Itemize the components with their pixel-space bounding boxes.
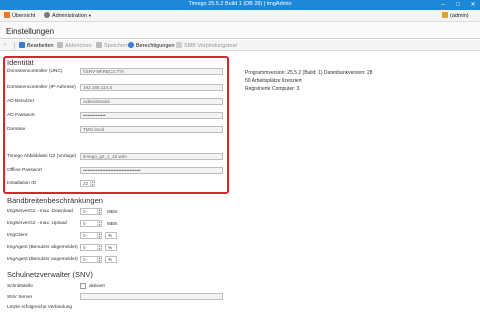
identity-section-title: Identität [7, 58, 34, 67]
field-label-dc-ip: Domänencontroller (IP-Adresse) [7, 85, 76, 90]
window-title: Timego 25.5.2 Build 1 (DB 28) | tmgAdmin [188, 1, 292, 7]
back-icon[interactable]: ‹ [4, 42, 6, 49]
bandwidth-label-client: tmgClient [7, 233, 28, 238]
license-count-text: 50 Arbeitsplätze lizenziert [245, 78, 302, 84]
maximize-button[interactable]: □ [451, 0, 465, 10]
bandwidth-agent-logged-out-value: 0 [83, 245, 86, 250]
smb-test-button-label: SMB Verbindungstest [184, 43, 237, 49]
installation-id-stepper[interactable]: 22 ▲ ▼ [80, 180, 95, 187]
network-test-icon [176, 42, 182, 48]
stepper-arrows-icon[interactable]: ▲ ▼ [97, 221, 101, 226]
toolbar-separator [14, 42, 15, 49]
minimize-button[interactable]: – [436, 0, 450, 10]
close-button[interactable]: ✕ [466, 0, 480, 10]
overview-icon [4, 12, 10, 18]
bandwidth-label-agent-logged-in: tmgAgent (Benutzer angemeldet) [7, 257, 78, 262]
menu-user-label: (admin) [450, 13, 469, 19]
installation-id-value: 22 [83, 181, 89, 186]
bandwidth-upload-value: 0 [83, 221, 86, 226]
bandwidth-label-upload: tmgServerG2 - max. Upload [7, 221, 67, 226]
field-label-ad-password: AD Passwort [7, 113, 35, 118]
field-label-ad-user: AD Benutzer [7, 99, 35, 104]
bandwidth-client-stepper[interactable]: 0 ▲ ▼ [80, 232, 102, 239]
snv-server-label: SNV Server [7, 295, 33, 300]
cancel-button-label: Abbrechen [65, 43, 92, 49]
permissions-icon [128, 42, 134, 48]
installation-id-label: Installation ID [7, 181, 37, 186]
dc-unc-field[interactable]: \\SRV-99\RBC3.7TA [80, 68, 223, 75]
snv-last-connection-label: Letzte erfolgreiche Verbindung [7, 305, 73, 310]
bandwidth-agent-logged-in-unit: % [105, 256, 117, 263]
user-icon [442, 12, 448, 18]
toolbar: ‹ Bearbeiten Abbrechen Speichern Berecht… [0, 40, 480, 51]
bandwidth-upload-stepper[interactable]: 0 ▲ ▼ [80, 220, 102, 227]
pencil-icon [19, 42, 25, 48]
bandwidth-agent-logged-out-unit: % [105, 244, 117, 251]
bandwidth-download-unit: MB/s [107, 209, 118, 214]
bandwidth-client-unit: % [105, 232, 117, 239]
permissions-button[interactable]: Berechtigungen [128, 42, 175, 49]
bandwidth-label-agent-logged-out: tmgAgent (Benutzer abgemeldet) [7, 245, 78, 250]
save-icon [96, 42, 102, 48]
snv-section-title: Schulnetzverwalter (SNV) [7, 270, 93, 279]
smb-test-button[interactable]: SMB Verbindungstest [176, 42, 237, 49]
bandwidth-agent-logged-in-stepper[interactable]: 0 ▲ ▼ [80, 256, 102, 263]
ad-password-field[interactable]: •••••••••••••• [80, 112, 223, 119]
edit-button[interactable]: Bearbeiten [19, 42, 54, 49]
ad-user-field[interactable]: Administrator [80, 98, 223, 105]
bandwidth-label-download: tmgServerG2 - max. Download [7, 209, 73, 214]
snv-interface-check-label: aktiviert [89, 283, 105, 288]
image-file-field[interactable]: timego_g2_1_22.wim [80, 153, 223, 160]
bandwidth-upload-unit: MB/s [107, 221, 118, 226]
stepper-arrows-icon[interactable]: ▲ ▼ [97, 233, 101, 238]
bandwidth-download-value: 0 [83, 209, 86, 214]
menu-overview[interactable]: Übersicht [4, 12, 35, 20]
dc-ip-field[interactable]: 192.168.114.5 [80, 84, 223, 91]
stepper-arrows-icon[interactable]: ▲ ▼ [97, 209, 101, 214]
page-header: Einstellungen [0, 22, 480, 39]
save-button-label: Speichern [104, 43, 129, 49]
menu-user[interactable]: (admin) [442, 12, 469, 20]
bandwidth-download-stepper[interactable]: 0 ▲ ▼ [80, 208, 102, 215]
stepper-arrows-icon[interactable]: ▲ ▼ [97, 245, 101, 250]
program-version-text: Programmversion: 25.5.2 (Build: 1) Daten… [245, 70, 373, 76]
image-file-label: Timego Abbilddatei G2 (Vorlage) [7, 154, 77, 159]
menu-bar: Übersicht Administration▼ (admin) [0, 10, 480, 22]
chevron-down-icon: ▼ [87, 13, 92, 18]
undo-icon [57, 42, 63, 48]
snv-interface-checkbox[interactable] [80, 283, 86, 289]
menu-administration-label: Administration [52, 13, 87, 19]
offline-password-field[interactable]: •••••••••••••••••••••••••••••••••••• [80, 167, 223, 174]
window-titlebar: Timego 25.5.2 Build 1 (DB 28) | tmgAdmin… [0, 0, 480, 10]
bandwidth-agent-logged-out-stepper[interactable]: 0 ▲ ▼ [80, 244, 102, 251]
field-label-domain: Domäne [7, 127, 26, 132]
domain-field[interactable]: TMG.local [80, 126, 223, 133]
offline-password-label: Offline Passwort [7, 168, 42, 173]
stepper-arrows-icon[interactable]: ▲ ▼ [97, 257, 101, 262]
edit-button-label: Bearbeiten [27, 43, 54, 49]
page-title: Einstellungen [6, 27, 55, 36]
cancel-button[interactable]: Abbrechen [57, 42, 92, 49]
permissions-button-label: Berechtigungen [136, 43, 175, 49]
stepper-arrows-icon[interactable]: ▲ ▼ [90, 181, 94, 186]
menu-administration[interactable]: Administration▼ [44, 12, 92, 20]
bandwidth-section-title: Bandbreitenbeschränkungen [7, 196, 103, 205]
menu-overview-label: Übersicht [12, 13, 36, 19]
field-label-dc-unc: Domänencontroller (UNC) [7, 69, 63, 74]
administration-icon [44, 12, 50, 18]
bandwidth-client-value: 0 [83, 233, 86, 238]
registered-computers-text: Registrierte Computer: 3 [245, 86, 300, 92]
snv-server-field[interactable] [80, 293, 223, 300]
snv-interface-label: Schnittstelle [7, 284, 33, 289]
bandwidth-agent-logged-in-value: 0 [83, 257, 86, 262]
save-button[interactable]: Speichern [96, 42, 129, 49]
